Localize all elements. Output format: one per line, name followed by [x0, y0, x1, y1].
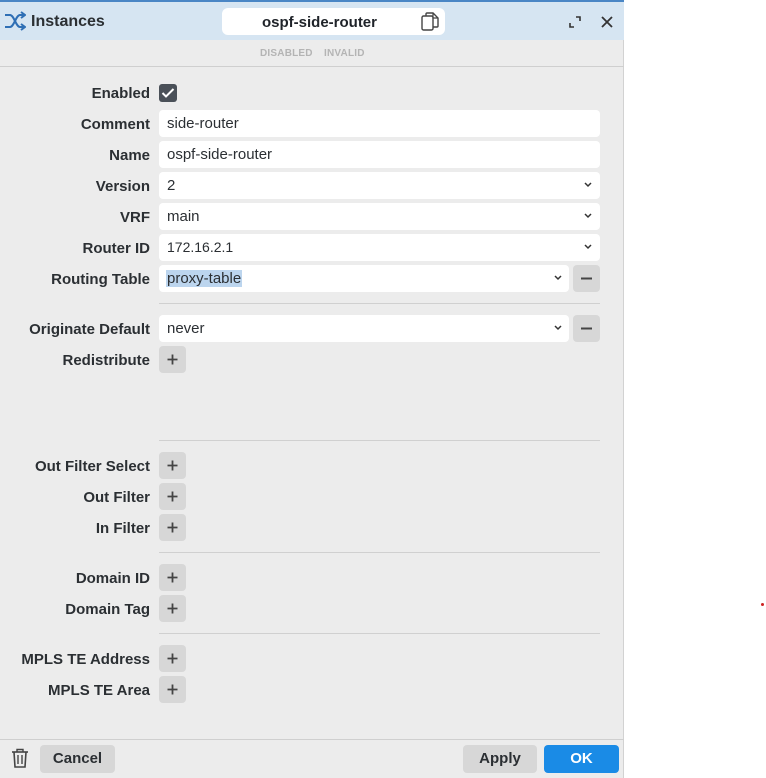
- instance-tab[interactable]: ospf-side-router: [222, 8, 445, 35]
- disabled-flag: DISABLED: [260, 48, 313, 59]
- section-divider: [159, 552, 600, 553]
- router-id-select[interactable]: 172.16.2.1: [159, 234, 600, 261]
- version-select[interactable]: 2: [159, 172, 600, 199]
- copy-icon[interactable]: [421, 12, 439, 31]
- stray-dot: [761, 603, 764, 606]
- name-value: ospf-side-router: [167, 146, 273, 163]
- redistribute-label: Redistribute: [62, 352, 150, 369]
- plus-icon: [167, 522, 178, 533]
- plus-icon: [167, 684, 178, 695]
- minus-icon: [581, 277, 592, 280]
- plus-icon: [167, 572, 178, 583]
- domain-tag-label: Domain Tag: [65, 601, 150, 618]
- in-filter-label: In Filter: [95, 520, 150, 537]
- comment-label: Comment: [80, 116, 150, 133]
- chevron-down-icon: [554, 325, 562, 331]
- window-title: Instances: [31, 13, 105, 30]
- add-redistribute-button[interactable]: [159, 346, 186, 373]
- originate-default-select[interactable]: never: [159, 315, 569, 342]
- remove-originate-default-button[interactable]: [573, 315, 600, 342]
- ok-button[interactable]: OK: [544, 745, 619, 773]
- apply-button[interactable]: Apply: [463, 745, 537, 773]
- enabled-checkbox[interactable]: [159, 84, 177, 102]
- chevron-down-icon: [584, 182, 592, 188]
- routing-table-select[interactable]: proxy-table: [159, 265, 569, 292]
- vrf-label: VRF: [120, 209, 150, 226]
- section-divider: [159, 633, 600, 634]
- version-value: 2: [167, 177, 176, 194]
- add-domain-id-button[interactable]: [159, 564, 186, 591]
- plus-icon: [167, 603, 178, 614]
- instance-dialog: Instances ospf-side-router DISABLED INVA…: [0, 0, 624, 778]
- chevron-down-icon: [554, 275, 562, 281]
- mpls-te-address-label: MPLS TE Address: [21, 651, 150, 668]
- out-filter-label: Out Filter: [83, 489, 150, 506]
- enabled-label: Enabled: [91, 85, 150, 102]
- shuffle-icon: [5, 11, 26, 31]
- add-in-filter-button[interactable]: [159, 514, 186, 541]
- comment-input[interactable]: side-router: [159, 110, 600, 137]
- expand-icon[interactable]: [568, 15, 582, 29]
- cancel-button[interactable]: Cancel: [40, 745, 115, 773]
- plus-icon: [167, 491, 178, 502]
- close-icon[interactable]: [600, 15, 614, 29]
- routing-table-value: proxy-table: [166, 270, 243, 287]
- domain-id-label: Domain ID: [75, 570, 150, 587]
- header-divider: [0, 66, 624, 67]
- name-input[interactable]: ospf-side-router: [159, 141, 600, 168]
- mpls-te-area-label: MPLS TE Area: [48, 682, 150, 699]
- section-divider: [159, 440, 600, 441]
- dialog-header: Instances ospf-side-router: [0, 0, 624, 40]
- chevron-down-icon: [584, 213, 592, 219]
- vrf-select[interactable]: main: [159, 203, 600, 230]
- comment-value: side-router: [167, 115, 239, 132]
- plus-icon: [167, 460, 178, 471]
- add-out-filter-button[interactable]: [159, 483, 186, 510]
- router-id-label: Router ID: [82, 240, 151, 257]
- originate-default-label: Originate Default: [29, 321, 150, 338]
- router-id-value: 172.16.2.1: [167, 239, 234, 255]
- add-mpls-te-address-button[interactable]: [159, 645, 186, 672]
- footer-divider: [0, 739, 624, 740]
- version-label: Version: [95, 178, 150, 195]
- add-out-filter-select-button[interactable]: [159, 452, 186, 479]
- trash-icon[interactable]: [11, 748, 29, 768]
- name-label: Name: [109, 147, 150, 164]
- remove-routing-table-button[interactable]: [573, 265, 600, 292]
- check-icon: [161, 88, 175, 98]
- add-mpls-te-area-button[interactable]: [159, 676, 186, 703]
- add-domain-tag-button[interactable]: [159, 595, 186, 622]
- invalid-flag: INVALID: [324, 48, 365, 59]
- minus-icon: [581, 327, 592, 330]
- section-divider: [159, 303, 600, 304]
- vrf-value: main: [167, 208, 200, 225]
- originate-default-value: never: [167, 320, 205, 337]
- tab-title: ospf-side-router: [261, 14, 377, 31]
- plus-icon: [167, 354, 178, 365]
- out-filter-select-label: Out Filter Select: [34, 458, 150, 475]
- routing-table-label: Routing Table: [51, 271, 150, 288]
- plus-icon: [167, 653, 178, 664]
- chevron-down-icon: [584, 244, 592, 250]
